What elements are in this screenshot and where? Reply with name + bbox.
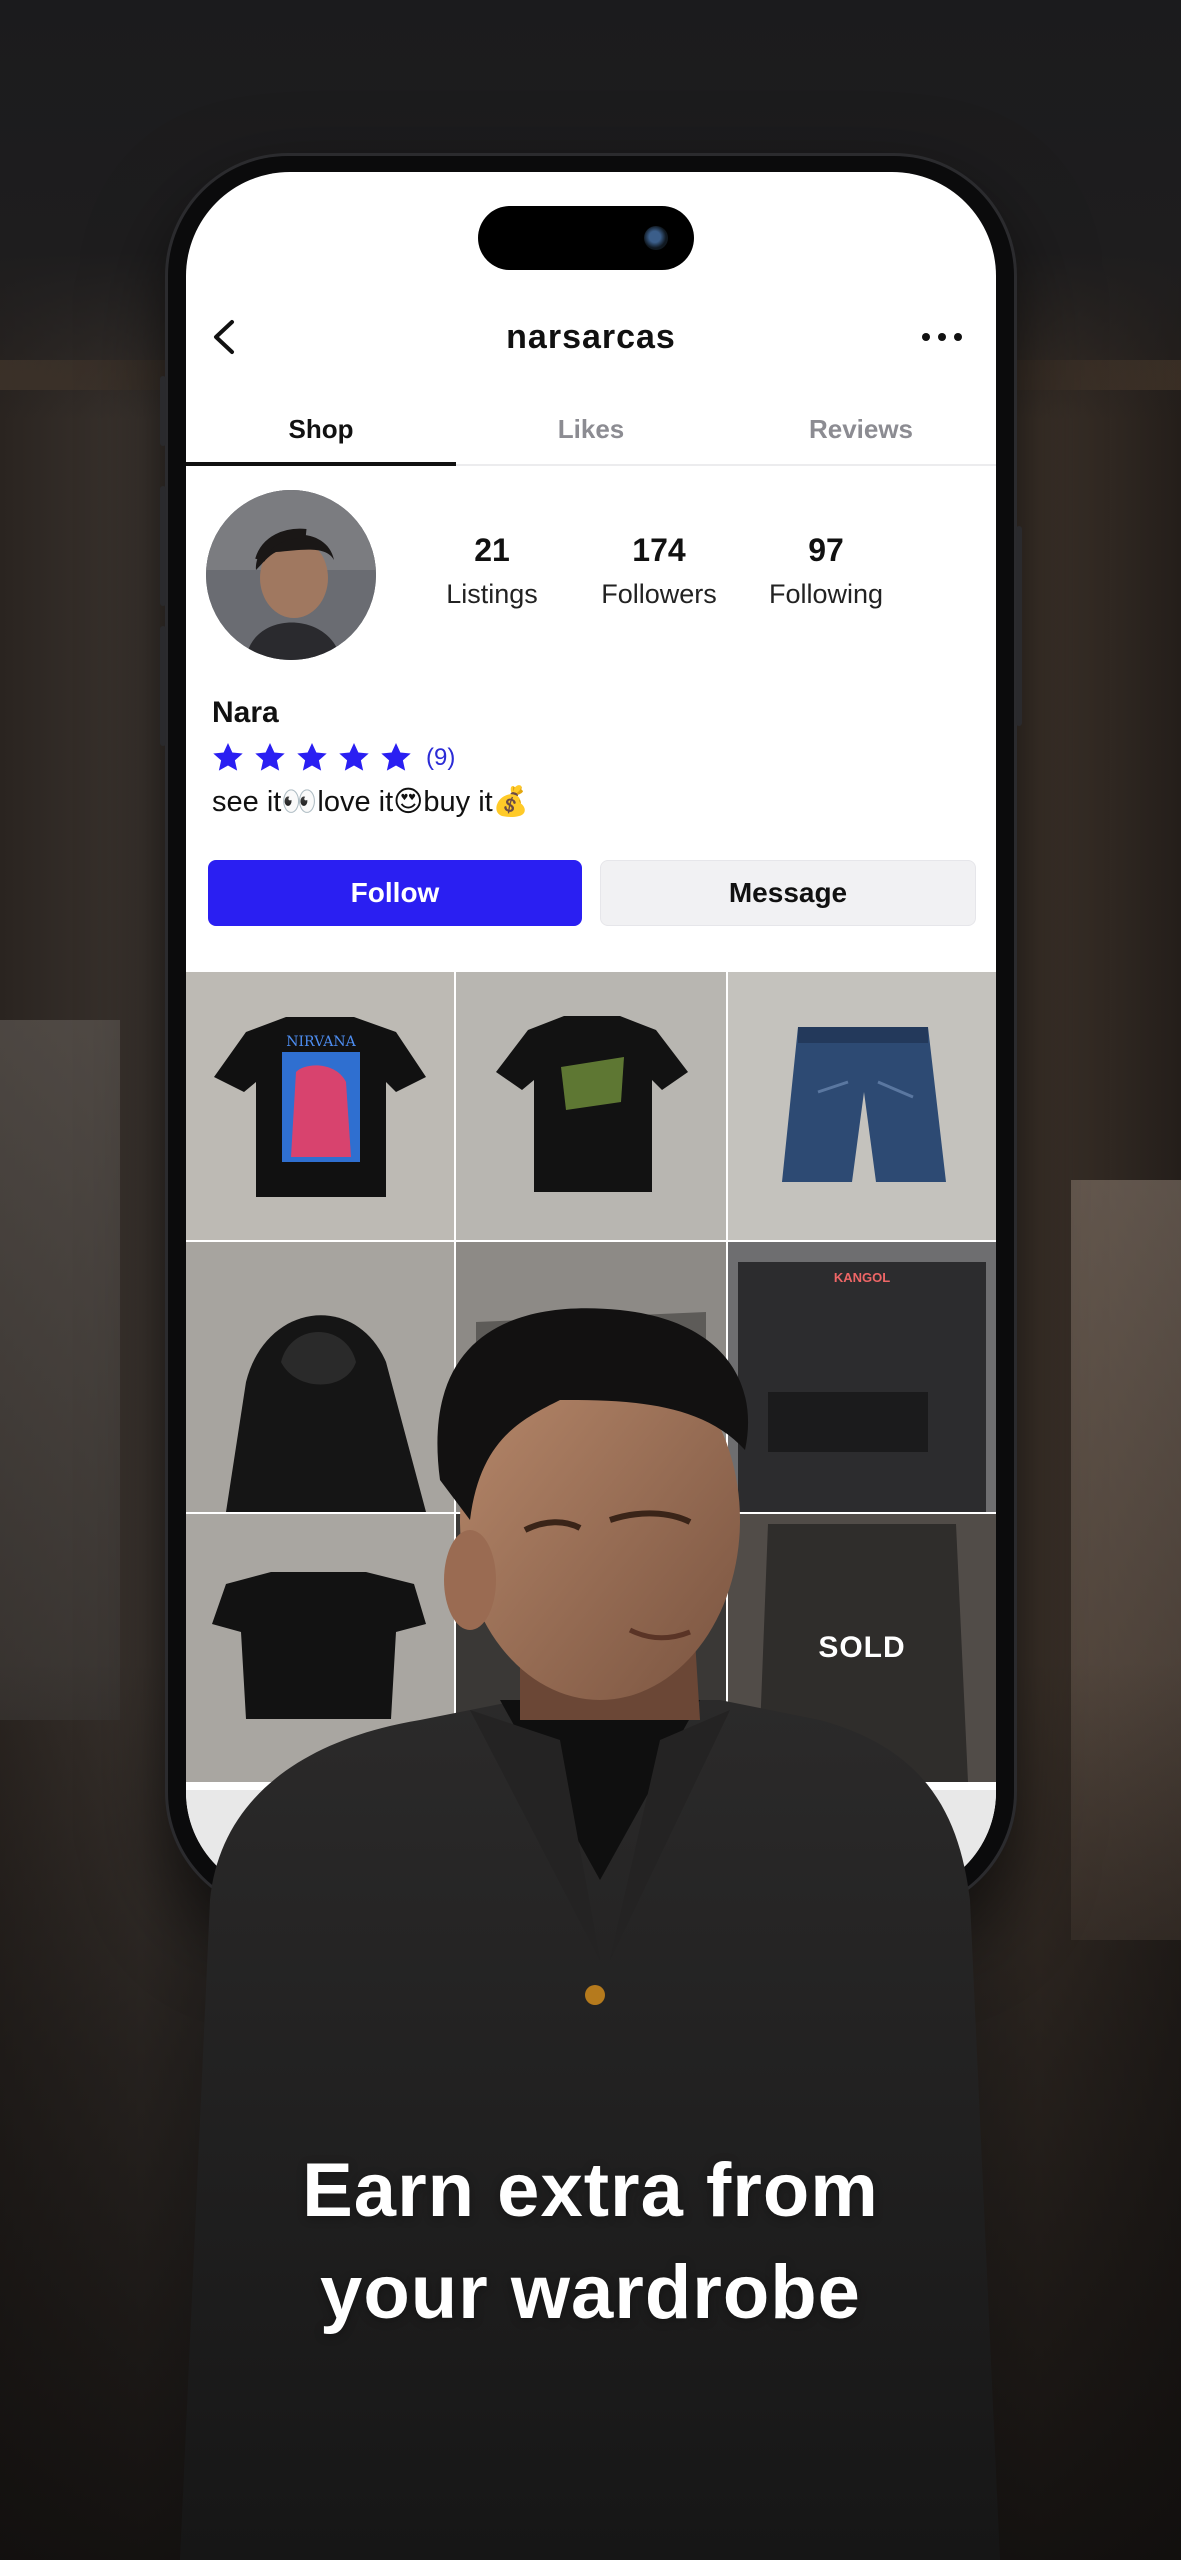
listing-item[interactable] — [186, 1242, 454, 1512]
phone-screen: narsarcas Shop Likes Reviews 21 Listings… — [186, 172, 996, 1896]
listing-item-sold[interactable]: SOLD — [728, 1514, 996, 1782]
star-icon — [213, 743, 243, 771]
stat-followers[interactable]: 174 Followers — [579, 532, 739, 610]
phone-frame: narsarcas Shop Likes Reviews 21 Listings… — [160, 156, 1022, 1912]
sweatshirt-image: KANGOL — [728, 1242, 996, 1512]
background-shelf-left — [0, 1020, 120, 1720]
more-options-icon[interactable] — [918, 312, 966, 362]
tshirt-image: NIRVANA — [186, 972, 454, 1240]
promo-headline-line2: your wardrobe — [320, 2250, 861, 2335]
nirvana-print-text: NIRVANA — [286, 1034, 356, 1050]
profile-tabs: Shop Likes Reviews — [186, 394, 996, 466]
message-button[interactable]: Message — [600, 860, 976, 926]
stat-listings-label: Listings — [446, 579, 538, 609]
kangol-print-text: KANGOL — [834, 1270, 890, 1285]
rating-count: (9) — [426, 744, 456, 771]
avatar[interactable] — [206, 490, 376, 660]
stat-following-value: 97 — [808, 532, 844, 568]
profile-bio: see it👀love it😍buy it💰 — [212, 786, 529, 818]
sold-label: SOLD — [818, 1631, 906, 1664]
promo-headline-line1: Earn extra from — [302, 2148, 879, 2233]
tshirt-image — [456, 972, 726, 1240]
top-bar: narsarcas — [186, 302, 996, 372]
stat-following-label: Following — [768, 579, 884, 609]
listings-grid-next-row — [186, 1790, 996, 1896]
stat-following[interactable]: 97 Following — [746, 532, 906, 610]
stat-followers-value: 174 — [632, 532, 686, 568]
follow-button[interactable]: Follow — [208, 860, 582, 926]
rating[interactable]: (9) — [210, 740, 455, 776]
star-icon — [339, 743, 369, 771]
listing-item[interactable] — [456, 972, 726, 1240]
listings-grid: NIRVANA KANGOL SOLD — [186, 972, 996, 1788]
page-title: narsarcas — [506, 317, 676, 356]
profile-header: 21 Listings 174 Followers 97 Following — [186, 490, 996, 664]
promo-headline: Earn extra from your wardrobe — [0, 2140, 1181, 2344]
camera-icon — [644, 226, 668, 250]
tab-shop[interactable]: Shop — [186, 394, 456, 466]
phone-volume-up — [160, 486, 166, 606]
listing-item[interactable] — [456, 1514, 726, 1782]
listing-item[interactable] — [186, 1514, 454, 1782]
stat-followers-label: Followers — [601, 579, 717, 609]
tab-likes[interactable]: Likes — [456, 394, 726, 464]
back-arrow-icon[interactable] — [204, 314, 250, 360]
listing-item[interactable] — [456, 1242, 726, 1512]
dynamic-island — [478, 206, 694, 270]
tshirt-image — [186, 1514, 454, 1782]
listing-item[interactable] — [728, 972, 996, 1240]
listing-image — [456, 1242, 726, 1512]
listing-item[interactable]: KANGOL — [728, 1242, 996, 1512]
hoodie-image — [186, 1242, 454, 1512]
stat-listings[interactable]: 21 Listings — [412, 532, 572, 610]
shorts-image — [728, 972, 996, 1240]
star-icon — [255, 743, 285, 771]
listing-item[interactable]: NIRVANA — [186, 972, 454, 1240]
phone-side-button — [160, 376, 166, 446]
profile-actions: Follow Message — [208, 860, 976, 926]
tab-reviews[interactable]: Reviews — [726, 394, 996, 464]
phone-power-button — [1016, 526, 1022, 726]
listing-image — [456, 1514, 726, 1782]
star-icon — [381, 743, 411, 771]
star-icon — [297, 743, 327, 771]
phone-volume-down — [160, 626, 166, 746]
stat-listings-value: 21 — [474, 532, 510, 568]
profile-name: Nara — [212, 696, 279, 729]
